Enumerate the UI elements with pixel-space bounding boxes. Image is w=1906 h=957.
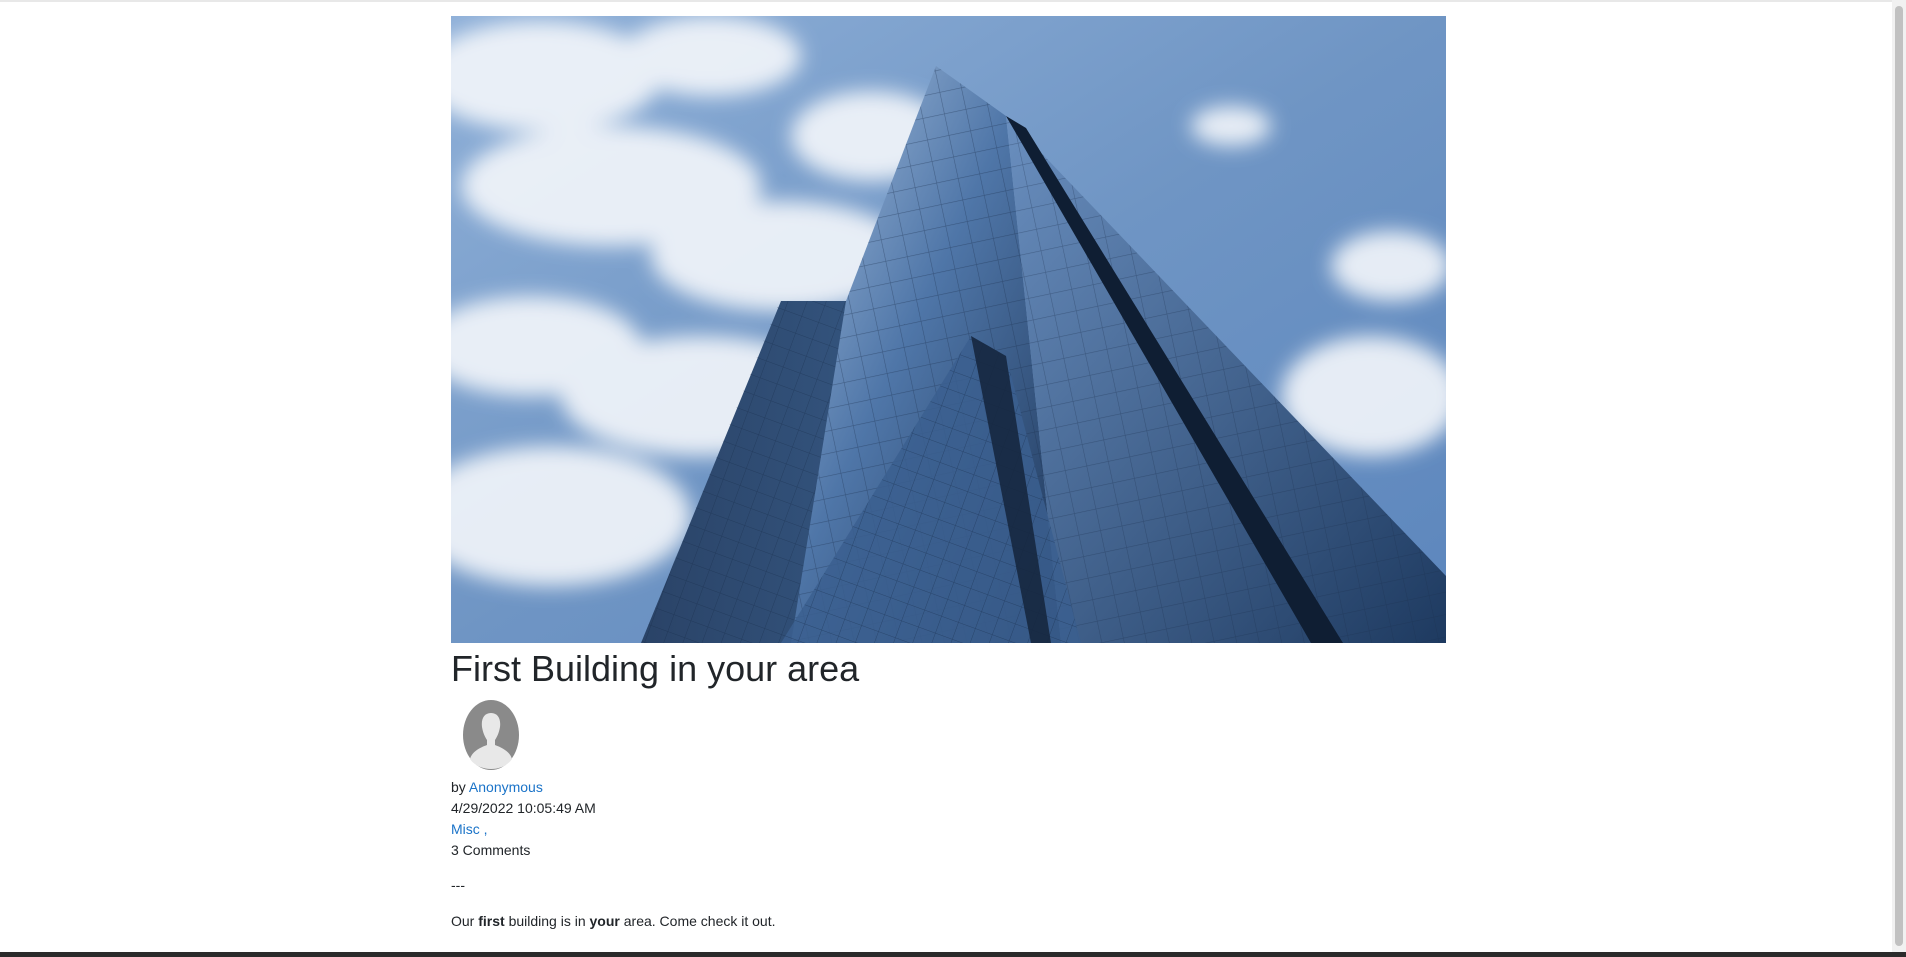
category-separator: ,: [479, 821, 488, 837]
bottom-bar: [0, 952, 1906, 957]
category-link[interactable]: Misc ,: [451, 821, 488, 837]
body-text-1: Our: [451, 913, 479, 929]
category-label: Misc: [451, 821, 480, 837]
comment-count: 3 Comments: [451, 842, 531, 858]
blog-post: First Building in your area by Anonymous…: [451, 16, 1446, 946]
author-prefix: by: [451, 779, 469, 795]
post-author-line: by Anonymous: [451, 777, 1446, 798]
scrollbar-thumb[interactable]: [1895, 6, 1903, 946]
post-date: 4/29/2022 10:05:49 AM: [451, 800, 596, 816]
body-bold-2: your: [589, 913, 620, 929]
vertical-scrollbar[interactable]: [1892, 0, 1906, 952]
body-text-2: building is in: [504, 913, 590, 929]
page: First Building in your area by Anonymous…: [0, 0, 1906, 957]
post-body: Our first building is in your area. Come…: [451, 911, 1446, 932]
post-title: First Building in your area: [451, 648, 860, 689]
post-category-line: Misc ,: [451, 819, 1446, 840]
body-bold-1: first: [478, 913, 505, 929]
top-divider: [0, 0, 1892, 2]
body-text-3: area. Come check it out.: [619, 913, 776, 929]
post-hero-image: [451, 16, 1446, 643]
author-avatar: [463, 700, 519, 770]
author-link[interactable]: Anonymous: [469, 779, 543, 795]
content-separator: ---: [451, 877, 465, 893]
